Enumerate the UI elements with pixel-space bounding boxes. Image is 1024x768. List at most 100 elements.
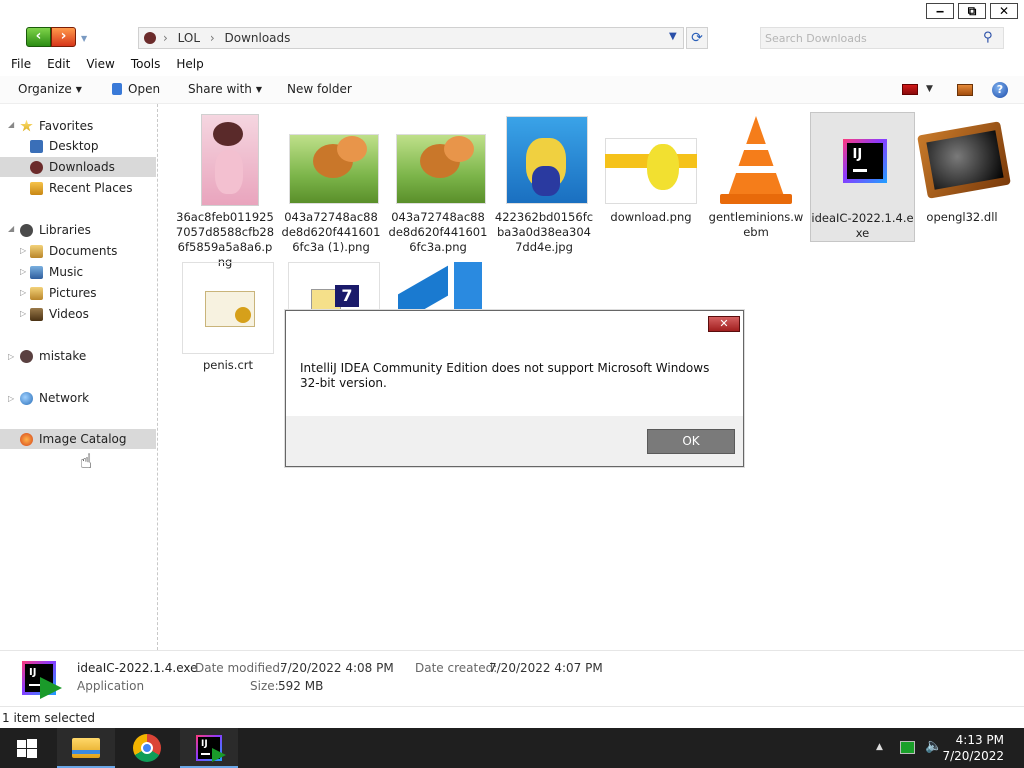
refresh-button[interactable]: ⟳ xyxy=(686,27,708,49)
date-modified-value: 7/20/2022 4:08 PM xyxy=(280,661,394,675)
organize-button[interactable]: Organize ▼ xyxy=(18,82,82,96)
taskbar-file-explorer[interactable] xyxy=(57,728,115,768)
search-icon[interactable]: ⚲ xyxy=(983,30,993,45)
change-view-icon[interactable] xyxy=(902,84,918,95)
sidebar-item-videos[interactable]: Videos xyxy=(30,304,156,324)
minimize-icon: ‒ xyxy=(935,4,945,18)
expand-documents-icon[interactable]: ▷ xyxy=(20,246,26,255)
file-name: download.png xyxy=(610,210,692,224)
sidebar-label: Network xyxy=(39,391,90,405)
sidebar-item-documents[interactable]: Documents xyxy=(30,241,156,261)
taskbar-chrome[interactable] xyxy=(118,728,176,768)
music-icon xyxy=(30,265,43,279)
nav-arrows: ‹ › xyxy=(26,27,78,47)
share-with-label: Share with xyxy=(188,82,252,96)
recent-pages-dropdown[interactable]: ▼ xyxy=(81,34,89,43)
expand-network-icon[interactable]: ▷ xyxy=(8,394,14,403)
navigation-pane: ◢ Favorites Desktop Downloads Recent Pla… xyxy=(0,104,158,650)
clock[interactable]: 4:13 PM 7/20/2022 xyxy=(942,732,1004,764)
address-bar[interactable]: › LOL › Downloads ▼ xyxy=(138,27,684,49)
minimize-button[interactable]: ‒ xyxy=(926,3,954,19)
close-icon: ✕ xyxy=(719,317,729,330)
search-input[interactable] xyxy=(765,30,975,46)
clock-time: 4:13 PM xyxy=(955,733,1004,747)
help-icon[interactable]: ? xyxy=(992,82,1008,98)
sidebar-item-desktop[interactable]: Desktop xyxy=(0,136,156,156)
volume-icon[interactable]: 🔈 xyxy=(925,738,942,754)
maximize-button[interactable]: ⧉ xyxy=(958,3,986,19)
expand-music-icon[interactable]: ▷ xyxy=(20,267,26,276)
menu-view[interactable]: View xyxy=(78,54,122,76)
details-filename: ideaIC-2022.1.4.exe xyxy=(77,661,198,675)
menu-edit[interactable]: Edit xyxy=(39,54,78,76)
file-item[interactable]: 043a72748ac88de8d620f4416016fc3a.png xyxy=(388,114,488,255)
ok-button[interactable]: OK xyxy=(647,429,735,454)
file-item[interactable]: 043a72748ac88de8d620f4416016fc3a (1).png xyxy=(281,114,381,255)
status-bar: 1 item selected xyxy=(0,706,1024,728)
menu-help[interactable]: Help xyxy=(168,54,211,76)
open-button[interactable]: Open xyxy=(112,82,160,96)
expand-favorites-icon[interactable]: ◢ xyxy=(8,120,14,129)
breadcrumb-separator-icon: › xyxy=(163,31,168,45)
file-item[interactable]: 36ac8feb0119257057d8588cfb286f5859a5a8a6… xyxy=(175,114,275,270)
file-item[interactable]: opengl32.dll xyxy=(912,114,1012,225)
sidebar-item-favorites[interactable]: Favorites xyxy=(20,116,156,136)
hand-cursor-icon: ☝ xyxy=(80,449,93,473)
breadcrumb-separator-icon: › xyxy=(209,31,215,45)
sidebar-item-libraries[interactable]: Libraries xyxy=(20,220,156,240)
close-icon: ✕ xyxy=(998,4,1010,18)
file-item[interactable]: penis.crt xyxy=(178,262,278,373)
sidebar-item-network[interactable]: Network xyxy=(20,388,156,408)
sidebar-item-music[interactable]: Music xyxy=(30,262,156,282)
expand-pictures-icon[interactable]: ▷ xyxy=(20,288,26,297)
expand-libraries-icon[interactable]: ◢ xyxy=(8,224,14,233)
file-item[interactable]: gentleminions.webm xyxy=(706,114,806,240)
file-item[interactable]: 422362bd0156fcba3a0d38ea3047dd4e.jpg xyxy=(494,114,594,255)
sidebar-item-recent-places[interactable]: Recent Places xyxy=(0,178,156,198)
address-dropdown-icon[interactable]: ▼ xyxy=(669,31,677,42)
new-folder-button[interactable]: New folder xyxy=(287,82,352,96)
expand-videos-icon[interactable]: ▷ xyxy=(20,309,26,318)
details-pane: IJ ideaIC-2022.1.4.exe Application Date … xyxy=(0,650,1024,706)
menu-tools[interactable]: Tools xyxy=(123,54,169,76)
file-item[interactable]: download.png xyxy=(601,114,701,225)
taskbar: IJ ▲ 🔈 4:13 PM 7/20/2022 xyxy=(0,728,1024,768)
forward-button[interactable]: › xyxy=(51,27,76,47)
error-dialog: ✕ IntelliJ IDEA Community Edition does n… xyxy=(285,310,744,467)
image-catalog-icon xyxy=(20,432,33,446)
dialog-close-button[interactable]: ✕ xyxy=(708,316,740,332)
folder-location-icon xyxy=(144,32,156,44)
menu-file[interactable]: File xyxy=(3,54,39,76)
start-button[interactable] xyxy=(0,728,54,768)
sidebar-item-pictures[interactable]: Pictures xyxy=(30,283,156,303)
search-box[interactable]: ⚲ xyxy=(760,27,1004,49)
taskbar-intellij[interactable]: IJ xyxy=(180,728,238,768)
forward-arrow-icon: › xyxy=(60,28,67,44)
date-created-label: Date created: xyxy=(415,661,498,675)
show-hidden-icons-icon[interactable]: ▲ xyxy=(876,742,883,752)
sidebar-item-mistake[interactable]: mistake xyxy=(20,346,156,366)
breadcrumb-lol[interactable]: LOL xyxy=(178,31,200,45)
breadcrumb-downloads[interactable]: Downloads xyxy=(225,31,291,45)
image-thumbnail xyxy=(392,114,486,206)
expand-mistake-icon[interactable]: ▷ xyxy=(8,352,14,361)
close-button[interactable]: ✕ xyxy=(990,3,1018,19)
sidebar-item-image-catalog[interactable]: Image Catalog xyxy=(0,429,156,449)
sidebar-label: Favorites xyxy=(39,119,94,133)
command-bar: Organize ▼ Open Share with ▼ New folder ▼ … xyxy=(0,76,1024,104)
certificate-icon xyxy=(182,262,274,354)
sidebar-label: Downloads xyxy=(49,160,115,174)
network-status-icon[interactable] xyxy=(900,741,915,754)
share-with-button[interactable]: Share with ▼ xyxy=(188,82,262,96)
preview-pane-icon[interactable] xyxy=(957,84,973,96)
back-button[interactable]: ‹ xyxy=(26,27,51,47)
file-item-selected[interactable]: IJ ideaIC-2022.1.4.exe xyxy=(810,112,915,242)
selection-status: 1 item selected xyxy=(2,711,96,725)
file-name: opengl32.dll xyxy=(926,210,998,224)
sidebar-item-downloads[interactable]: Downloads xyxy=(0,157,156,177)
sidebar-label: Image Catalog xyxy=(39,432,127,446)
details-type: Application xyxy=(77,679,145,693)
file-name: ideaIC-2022.1.4.exe xyxy=(811,211,914,240)
view-options-dropdown-icon[interactable]: ▼ xyxy=(926,84,933,94)
maximize-icon: ⧉ xyxy=(967,3,977,18)
